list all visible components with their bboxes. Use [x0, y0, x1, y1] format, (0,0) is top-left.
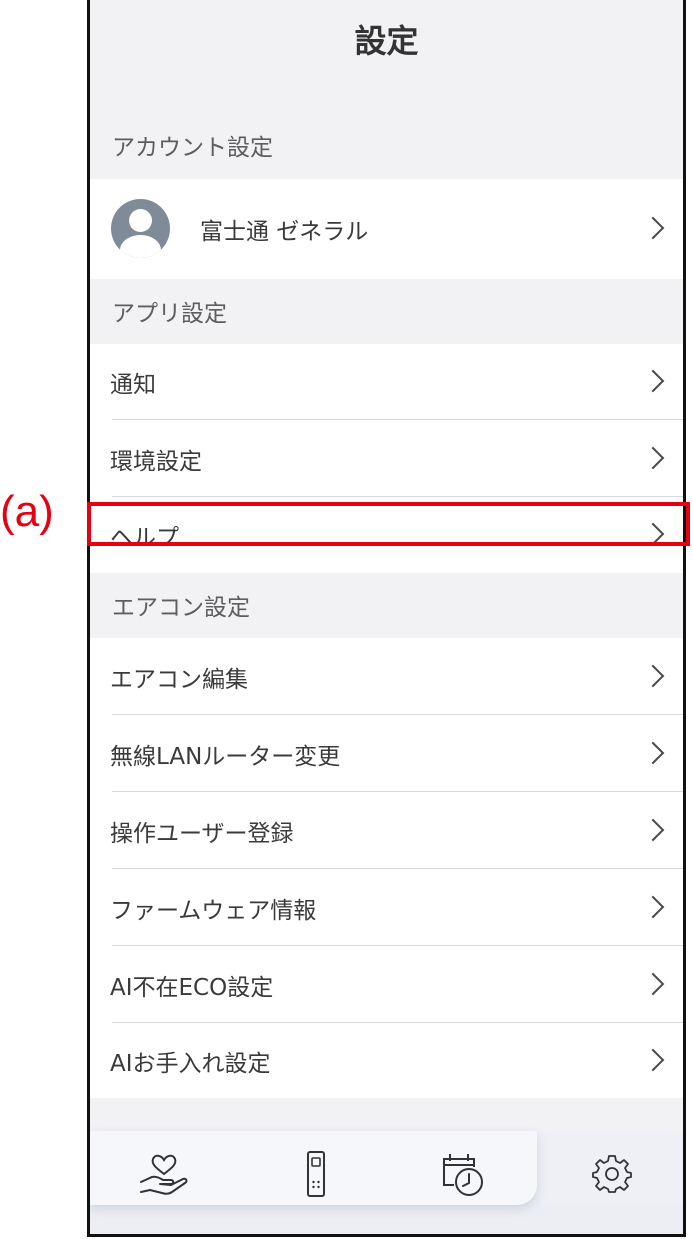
heart-hand-icon: [140, 1154, 188, 1195]
section-header-app: アプリ設定: [112, 301, 227, 327]
menu-item-label: エアコン編集: [110, 666, 248, 693]
menu-item-ai-care[interactable]: AIお手入れ設定: [90, 1023, 683, 1098]
menu-item-label: 無線LANルーター変更: [110, 743, 341, 770]
menu-item-preferences[interactable]: 環境設定: [90, 420, 683, 497]
menu-item-label: ファームウェア情報: [110, 897, 317, 924]
settings-screen: 設定 アカウント設定 富士通 ゼネラル アプリ設定 通知 環境設定 ヘルプ エア…: [87, 0, 686, 1237]
menu-item-user-registration[interactable]: 操作ユーザー登録: [90, 792, 683, 869]
page-title: 設定: [354, 22, 419, 60]
menu-item-router-change[interactable]: 無線LANルーター変更: [90, 715, 683, 792]
tab-settings[interactable]: [556, 1131, 668, 1217]
chevron-right-icon: [641, 972, 665, 995]
tab-bar: [90, 1131, 683, 1234]
account-row[interactable]: 富士通 ゼネラル: [90, 179, 683, 279]
section-header-aircon: エアコン設定: [112, 595, 250, 621]
section-header-account: アカウント設定: [112, 135, 273, 161]
tab-favorites[interactable]: [108, 1131, 220, 1217]
menu-item-label: 通知: [110, 372, 156, 398]
chevron-right-icon: [641, 664, 665, 687]
avatar: [111, 199, 170, 258]
chevron-right-icon: [641, 369, 665, 393]
menu-item-label: AIお手入れ設定: [110, 1050, 271, 1077]
chevron-right-icon: [641, 216, 665, 240]
chevron-right-icon: [641, 818, 665, 841]
annotation-label: (a): [0, 487, 54, 536]
gear-icon: [592, 1155, 632, 1193]
highlight-frame: [87, 502, 690, 546]
menu-item-label: AI不在ECO設定: [110, 974, 274, 1001]
menu-item-firmware[interactable]: ファームウェア情報: [90, 869, 683, 946]
calendar-clock-icon: [443, 1154, 483, 1196]
tab-schedule[interactable]: [406, 1131, 518, 1217]
menu-item-ai-away-eco[interactable]: AI不在ECO設定: [90, 946, 683, 1023]
menu-item-label: 環境設定: [110, 448, 202, 475]
remote-control-icon: [307, 1151, 325, 1197]
account-name: 富士通 ゼネラル: [200, 219, 369, 245]
chevron-right-icon: [641, 446, 665, 469]
tab-remote[interactable]: [260, 1131, 372, 1217]
chevron-right-icon: [641, 895, 665, 918]
chevron-right-icon: [641, 1048, 665, 1071]
menu-item-label: 操作ユーザー登録: [110, 820, 294, 847]
menu-item-aircon-edit[interactable]: エアコン編集: [90, 638, 683, 715]
menu-item-notifications[interactable]: 通知: [90, 344, 683, 420]
chevron-right-icon: [641, 741, 665, 764]
